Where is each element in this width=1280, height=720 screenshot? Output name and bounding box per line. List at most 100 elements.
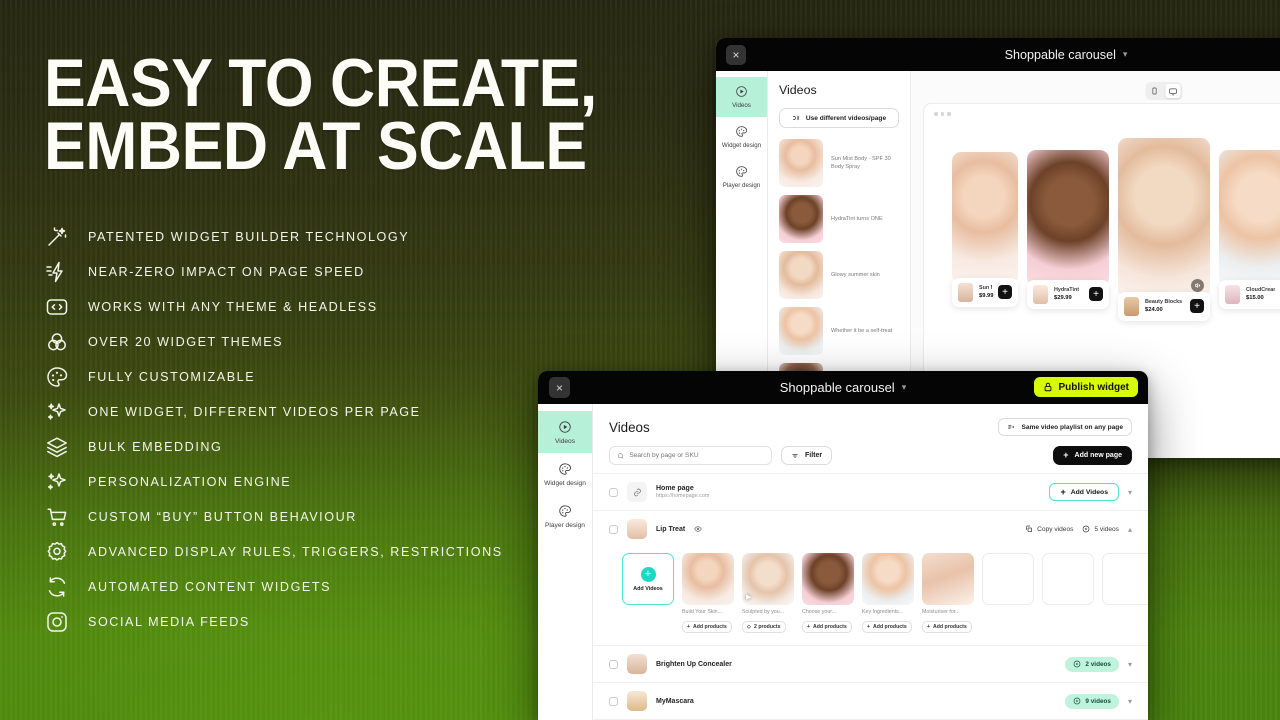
front-header-row: Videos Same video playlist on any page — [593, 404, 1148, 436]
same-playlist-button[interactable]: Same video playlist on any page — [998, 418, 1132, 436]
mute-icon[interactable] — [1191, 278, 1204, 292]
table-row[interactable]: MyMascara 9 videos ▾ — [593, 682, 1148, 719]
add-products-button[interactable]: + Add products — [802, 621, 852, 633]
video-cell[interactable]: Build Your Skin... + Add products — [682, 553, 734, 633]
products-count-button[interactable]: ◇ 2 products — [742, 621, 786, 633]
sidebar-item-widget-design[interactable]: Widget design — [716, 117, 767, 157]
chevron-down-icon[interactable]: ▾ — [1123, 49, 1128, 60]
empty-tile[interactable] — [1102, 553, 1148, 605]
feature-item: Patented widget builder technology — [44, 219, 540, 254]
add-to-cart-button[interactable]: + — [1190, 299, 1204, 313]
video-thumbnail[interactable] — [802, 553, 854, 605]
add-new-page-button[interactable]: + Add new page — [1053, 446, 1132, 465]
product-card[interactable]: Beauty Blocks $24.00 + — [1118, 291, 1210, 321]
product-card[interactable]: HydraTint $29.99 + — [1027, 279, 1109, 309]
empty-tile[interactable] — [982, 553, 1034, 605]
product-card[interactable]: CloudCream™$15.00+ — [1219, 279, 1280, 309]
product-name: CloudCream™ — [1246, 287, 1275, 294]
row-checkbox[interactable] — [609, 524, 618, 534]
empty-video-slot[interactable] — [1042, 553, 1094, 633]
empty-video-slot[interactable] — [1102, 553, 1148, 633]
filter-button[interactable]: Filter — [781, 446, 833, 465]
add-products-button[interactable]: + Add products — [922, 621, 972, 633]
table-row[interactable]: Home page https://homepage.com + Add Vid… — [593, 473, 1148, 510]
search-input[interactable] — [629, 452, 764, 459]
feature-item: Social media feeds — [44, 604, 540, 639]
carousel-card[interactable]: Sun Mist Body$9.99 + — [952, 151, 1018, 307]
chevron-down-icon[interactable]: ▾ — [1128, 488, 1132, 497]
sidebar-item-player-design[interactable]: Player design — [538, 495, 592, 537]
add-videos-tile-label: Add Videos — [633, 585, 663, 592]
sparkles-icon — [44, 399, 70, 425]
add-videos-cell[interactable]: + Add Videos — [622, 553, 674, 633]
row-checkbox[interactable] — [609, 696, 618, 706]
sparkles-icon — [44, 469, 70, 495]
video-thumbnail[interactable]: ▶ — [742, 553, 794, 605]
video-thumbnail[interactable] — [922, 553, 974, 605]
front-app-body: Videos Widget design Player design Videos … — [538, 404, 1148, 720]
front-content-pane: Videos Same video playlist on any page S… — [593, 404, 1148, 720]
front-sidebar: Videos Widget design Player design — [538, 404, 593, 720]
carousel-card[interactable]: CloudCream™$15.00+ — [1219, 149, 1280, 309]
empty-video-slot[interactable] — [982, 553, 1034, 633]
chevron-down-icon[interactable]: ▾ — [902, 382, 907, 393]
sidebar-item-player-design[interactable]: Player design — [716, 157, 767, 197]
add-products-button[interactable]: + Add products — [682, 621, 732, 633]
table-row[interactable]: Brighten Up Concealer 2 videos ▾ — [593, 645, 1148, 682]
carousel-video[interactable] — [1027, 149, 1109, 286]
video-cell[interactable]: Choose your... + Add products — [802, 553, 854, 633]
sidebar-item-videos[interactable]: Videos — [716, 77, 767, 117]
use-different-videos-button[interactable]: Use different videos/page — [779, 108, 899, 128]
carousel-card[interactable]: HydraTint $29.99 + — [1027, 149, 1109, 309]
video-thumbnail — [779, 251, 823, 299]
chevron-down-icon[interactable]: ▾ — [1128, 660, 1132, 669]
add-to-cart-button[interactable]: + — [1089, 287, 1103, 301]
mobile-device-icon[interactable] — [1147, 84, 1162, 98]
video-thumbnail[interactable] — [682, 553, 734, 605]
carousel-card[interactable]: Beauty Blocks $24.00 + — [1118, 137, 1210, 321]
product-image — [1225, 284, 1240, 304]
product-image — [958, 282, 973, 302]
empty-tile[interactable] — [1042, 553, 1094, 605]
add-videos-tile[interactable]: + Add Videos — [622, 553, 674, 605]
publish-widget-button[interactable]: Publish widget — [1034, 377, 1138, 397]
product-text: Beauty Blocks $24.00 — [1145, 299, 1184, 313]
list-item[interactable]: Glowy summer skin — [779, 251, 899, 299]
feature-label: One widget, different videos per page — [88, 404, 421, 419]
front-toolbar: Filter + Add new page — [593, 436, 1148, 465]
video-cell[interactable]: Moisturiser for... + Add products — [922, 553, 974, 633]
feature-item: Over 20 widget themes — [44, 324, 540, 359]
video-thumbnail[interactable] — [862, 553, 914, 605]
close-icon[interactable]: × — [549, 377, 570, 398]
close-icon[interactable]: × — [726, 44, 746, 65]
desktop-device-icon[interactable] — [1165, 84, 1180, 98]
sidebar-item-widget-design[interactable]: Widget design — [538, 453, 592, 495]
tag-icon: ◇ — [747, 624, 751, 630]
carousel-video[interactable] — [1118, 137, 1210, 298]
video-caption: HydraTint turns ONE — [831, 215, 883, 222]
video-cell[interactable]: Key Ingredients... + Add products — [862, 553, 914, 633]
video-cell[interactable]: ▶ Sculpted by you... ◇ 2 products — [742, 553, 794, 633]
row-checkbox[interactable] — [609, 659, 618, 669]
device-toggle[interactable] — [1145, 82, 1182, 100]
carousel-video[interactable] — [952, 151, 1018, 284]
list-item[interactable]: Sun Mist Body - SPF 30 Body Spray — [779, 139, 899, 187]
products-label: 2 products — [754, 624, 781, 630]
product-card[interactable]: Sun Mist Body$9.99 + — [952, 277, 1018, 307]
feature-list: Patented widget builder technology Near-z… — [44, 219, 540, 639]
eye-icon[interactable] — [694, 520, 702, 538]
chevron-down-icon[interactable]: ▾ — [1128, 697, 1132, 706]
copy-videos-button[interactable]: Copy videos — [1025, 525, 1073, 533]
add-to-cart-button[interactable]: + — [998, 285, 1012, 299]
add-videos-button[interactable]: + Add Videos — [1049, 483, 1119, 501]
list-item[interactable]: HydraTint turns ONE — [779, 195, 899, 243]
chevron-up-icon[interactable]: ▴ — [1128, 525, 1132, 534]
list-item[interactable]: Whether it be a self-treat — [779, 307, 899, 355]
carousel-video[interactable] — [1219, 149, 1280, 286]
feature-label: Personalization engine — [88, 474, 292, 489]
add-products-button[interactable]: + Add products — [862, 621, 912, 633]
table-row-expanded[interactable]: Lip Treat Copy videos 5 videos ▴ — [593, 510, 1148, 547]
sidebar-item-videos[interactable]: Videos — [538, 411, 592, 453]
row-checkbox[interactable] — [609, 487, 618, 497]
search-box[interactable] — [609, 446, 772, 465]
